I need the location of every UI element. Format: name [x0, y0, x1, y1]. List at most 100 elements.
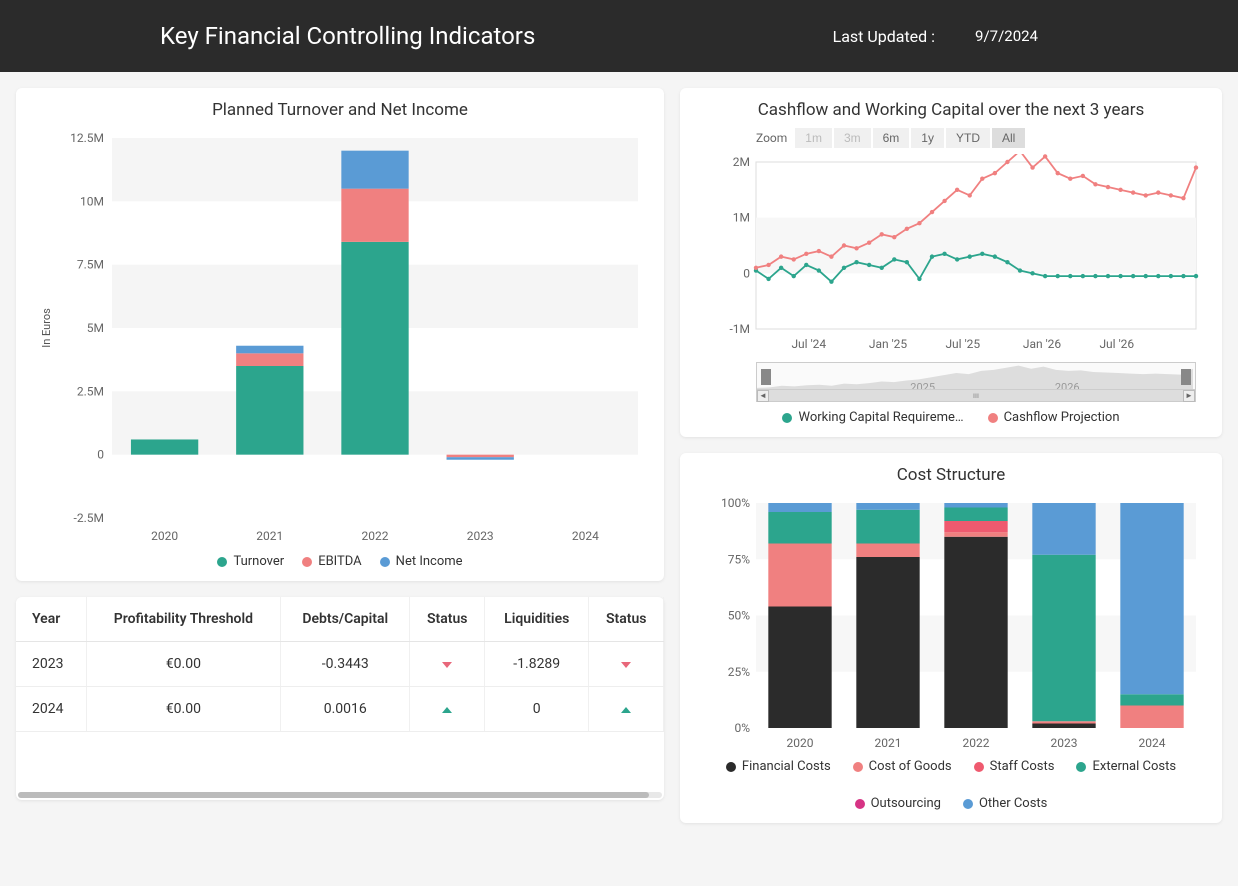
caret-up-icon [442, 707, 452, 713]
zoom-ytd[interactable]: YTD [946, 128, 990, 148]
col-status-1[interactable]: Status [410, 597, 485, 642]
svg-text:10M: 10M [80, 194, 104, 208]
legend-staff-costs[interactable]: Staff Costs [974, 759, 1055, 774]
col-debts-capital[interactable]: Debts/Capital [281, 597, 410, 642]
cashflow-chart-title: Cashflow and Working Capital over the ne… [696, 100, 1206, 120]
cell-year: 2024 [16, 687, 86, 732]
svg-text:2022: 2022 [963, 736, 990, 750]
svg-text:0%: 0% [734, 721, 750, 735]
svg-text:0: 0 [97, 448, 104, 462]
zoom-3m[interactable]: 3m [834, 128, 871, 148]
svg-text:2020: 2020 [151, 529, 178, 543]
header: Key Financial Controlling Indicators Las… [0, 0, 1238, 72]
table-horizontal-scrollbar[interactable] [18, 792, 662, 798]
table-row: 2023€0.00-0.3443 -1.8289 [16, 642, 664, 687]
zoom-6m[interactable]: 6m [873, 128, 910, 148]
legend-other-costs[interactable]: Other Costs [963, 796, 1047, 811]
legend-ebitda[interactable]: EBITDA [302, 554, 361, 569]
nav-handle-left[interactable] [761, 369, 771, 385]
cashflow-navigator[interactable]: 2025 2026 ◄ ııı ► [756, 362, 1196, 402]
turnover-legend: Turnover EBITDA Net Income [32, 554, 648, 569]
cashflow-card: Cashflow and Working Capital over the ne… [680, 88, 1222, 437]
legend-net-income[interactable]: Net Income [380, 554, 463, 569]
legend-external-costs[interactable]: External Costs [1076, 759, 1176, 774]
cell-liquidities: -1.8289 [485, 642, 589, 687]
svg-text:1M: 1M [733, 211, 750, 225]
svg-text:Jul '25: Jul '25 [945, 337, 980, 351]
cell-debts-capital: -0.3443 [281, 642, 410, 687]
svg-text:In Euros: In Euros [40, 308, 53, 348]
turnover-chart-title: Planned Turnover and Net Income [32, 100, 648, 120]
svg-text:0: 0 [743, 266, 750, 280]
indicators-table: Year Profitability Threshold Debts/Capit… [16, 597, 664, 732]
col-year[interactable]: Year [16, 597, 86, 642]
turnover-chart[interactable]: -2.5M 0 2.5M 5M 7.5M 10M 12.5M In Euros 2020 2021… [32, 128, 648, 548]
cashflow-chart[interactable]: -1M 0 1M 2M Jul '24 Jan '25 Jul '25 Jan '26 Jul … [696, 154, 1206, 354]
svg-text:2.5M: 2.5M [77, 384, 104, 398]
col-profitability-threshold[interactable]: Profitability Threshold [86, 597, 280, 642]
last-updated-date: 9/7/2024 [975, 27, 1038, 45]
cell-status-1 [410, 687, 485, 732]
svg-text:25%: 25% [728, 665, 750, 679]
nav-scrollbar[interactable]: ◄ ııı ► [757, 389, 1195, 401]
cost-structure-chart[interactable]: 0% 25% 50% 75% 100% 2020 2021 2022 2023 2024 [696, 493, 1206, 753]
cost-legend: Financial Costs Cost of Goods Staff Cost… [696, 759, 1206, 811]
cell-year: 2023 [16, 642, 86, 687]
page-title: Key Financial Controlling Indicators [160, 22, 535, 50]
zoom-1m[interactable]: 1m [795, 128, 832, 148]
cashflow-legend: Working Capital Requireme… Cashflow Proj… [696, 410, 1206, 425]
cell-profitability-threshold: €0.00 [86, 687, 280, 732]
cell-status-1 [410, 642, 485, 687]
caret-down-icon [621, 662, 631, 668]
col-liquidities[interactable]: Liquidities [485, 597, 589, 642]
cell-status-2 [589, 642, 664, 687]
svg-text:75%: 75% [728, 552, 750, 566]
svg-text:Jul '24: Jul '24 [791, 337, 826, 351]
legend-turnover[interactable]: Turnover [217, 554, 284, 569]
col-status-2[interactable]: Status [589, 597, 664, 642]
cost-structure-title: Cost Structure [696, 465, 1206, 485]
nav-arrow-right[interactable]: ► [1183, 390, 1195, 402]
legend-outsourcing[interactable]: Outsourcing [855, 796, 941, 811]
svg-text:Jul '26: Jul '26 [1099, 337, 1134, 351]
svg-text:2020: 2020 [787, 736, 814, 750]
svg-text:12.5M: 12.5M [70, 131, 104, 145]
svg-text:-1M: -1M [729, 322, 750, 336]
nav-handle-right[interactable] [1181, 369, 1191, 385]
legend-cost-of-goods[interactable]: Cost of Goods [853, 759, 952, 774]
svg-text:2021: 2021 [875, 736, 902, 750]
legend-financial-costs[interactable]: Financial Costs [726, 759, 831, 774]
cell-profitability-threshold: €0.00 [86, 642, 280, 687]
svg-text:50%: 50% [728, 609, 750, 623]
caret-up-icon [621, 707, 631, 713]
last-updated-label: Last Updated : [833, 27, 935, 46]
table-row: 2024€0.000.0016 0 [16, 687, 664, 732]
legend-working-capital[interactable]: Working Capital Requireme… [782, 410, 963, 425]
svg-text:2023: 2023 [467, 529, 494, 543]
svg-text:-2.5M: -2.5M [74, 511, 104, 525]
caret-down-icon [442, 662, 452, 668]
svg-text:5M: 5M [87, 321, 104, 335]
nav-arrow-left[interactable]: ◄ [757, 390, 769, 402]
indicators-table-card: Year Profitability Threshold Debts/Capit… [16, 597, 664, 800]
zoom-controls: Zoom 1m 3m 6m 1y YTD All [756, 128, 1206, 148]
cell-status-2 [589, 687, 664, 732]
svg-text:2M: 2M [733, 155, 750, 169]
cell-debts-capital: 0.0016 [281, 687, 410, 732]
svg-text:100%: 100% [721, 496, 750, 510]
turnover-net-income-card: Planned Turnover and Net Income -2.5M 0 2.… [16, 88, 664, 581]
zoom-all[interactable]: All [992, 128, 1025, 148]
svg-text:2022: 2022 [362, 529, 389, 543]
cell-liquidities: 0 [485, 687, 589, 732]
svg-text:Jan '25: Jan '25 [869, 337, 908, 351]
zoom-label: Zoom [756, 131, 787, 145]
zoom-1y[interactable]: 1y [911, 128, 944, 148]
legend-cashflow-projection[interactable]: Cashflow Projection [988, 410, 1120, 425]
cost-structure-card: Cost Structure 0% 25% 50% 75% 100% 2020 2021 20… [680, 453, 1222, 823]
svg-text:2024: 2024 [1139, 736, 1166, 750]
svg-text:Jan '26: Jan '26 [1023, 337, 1062, 351]
svg-text:2021: 2021 [256, 529, 283, 543]
svg-text:2023: 2023 [1051, 736, 1078, 750]
svg-text:2024: 2024 [572, 529, 599, 543]
svg-text:7.5M: 7.5M [77, 258, 104, 272]
